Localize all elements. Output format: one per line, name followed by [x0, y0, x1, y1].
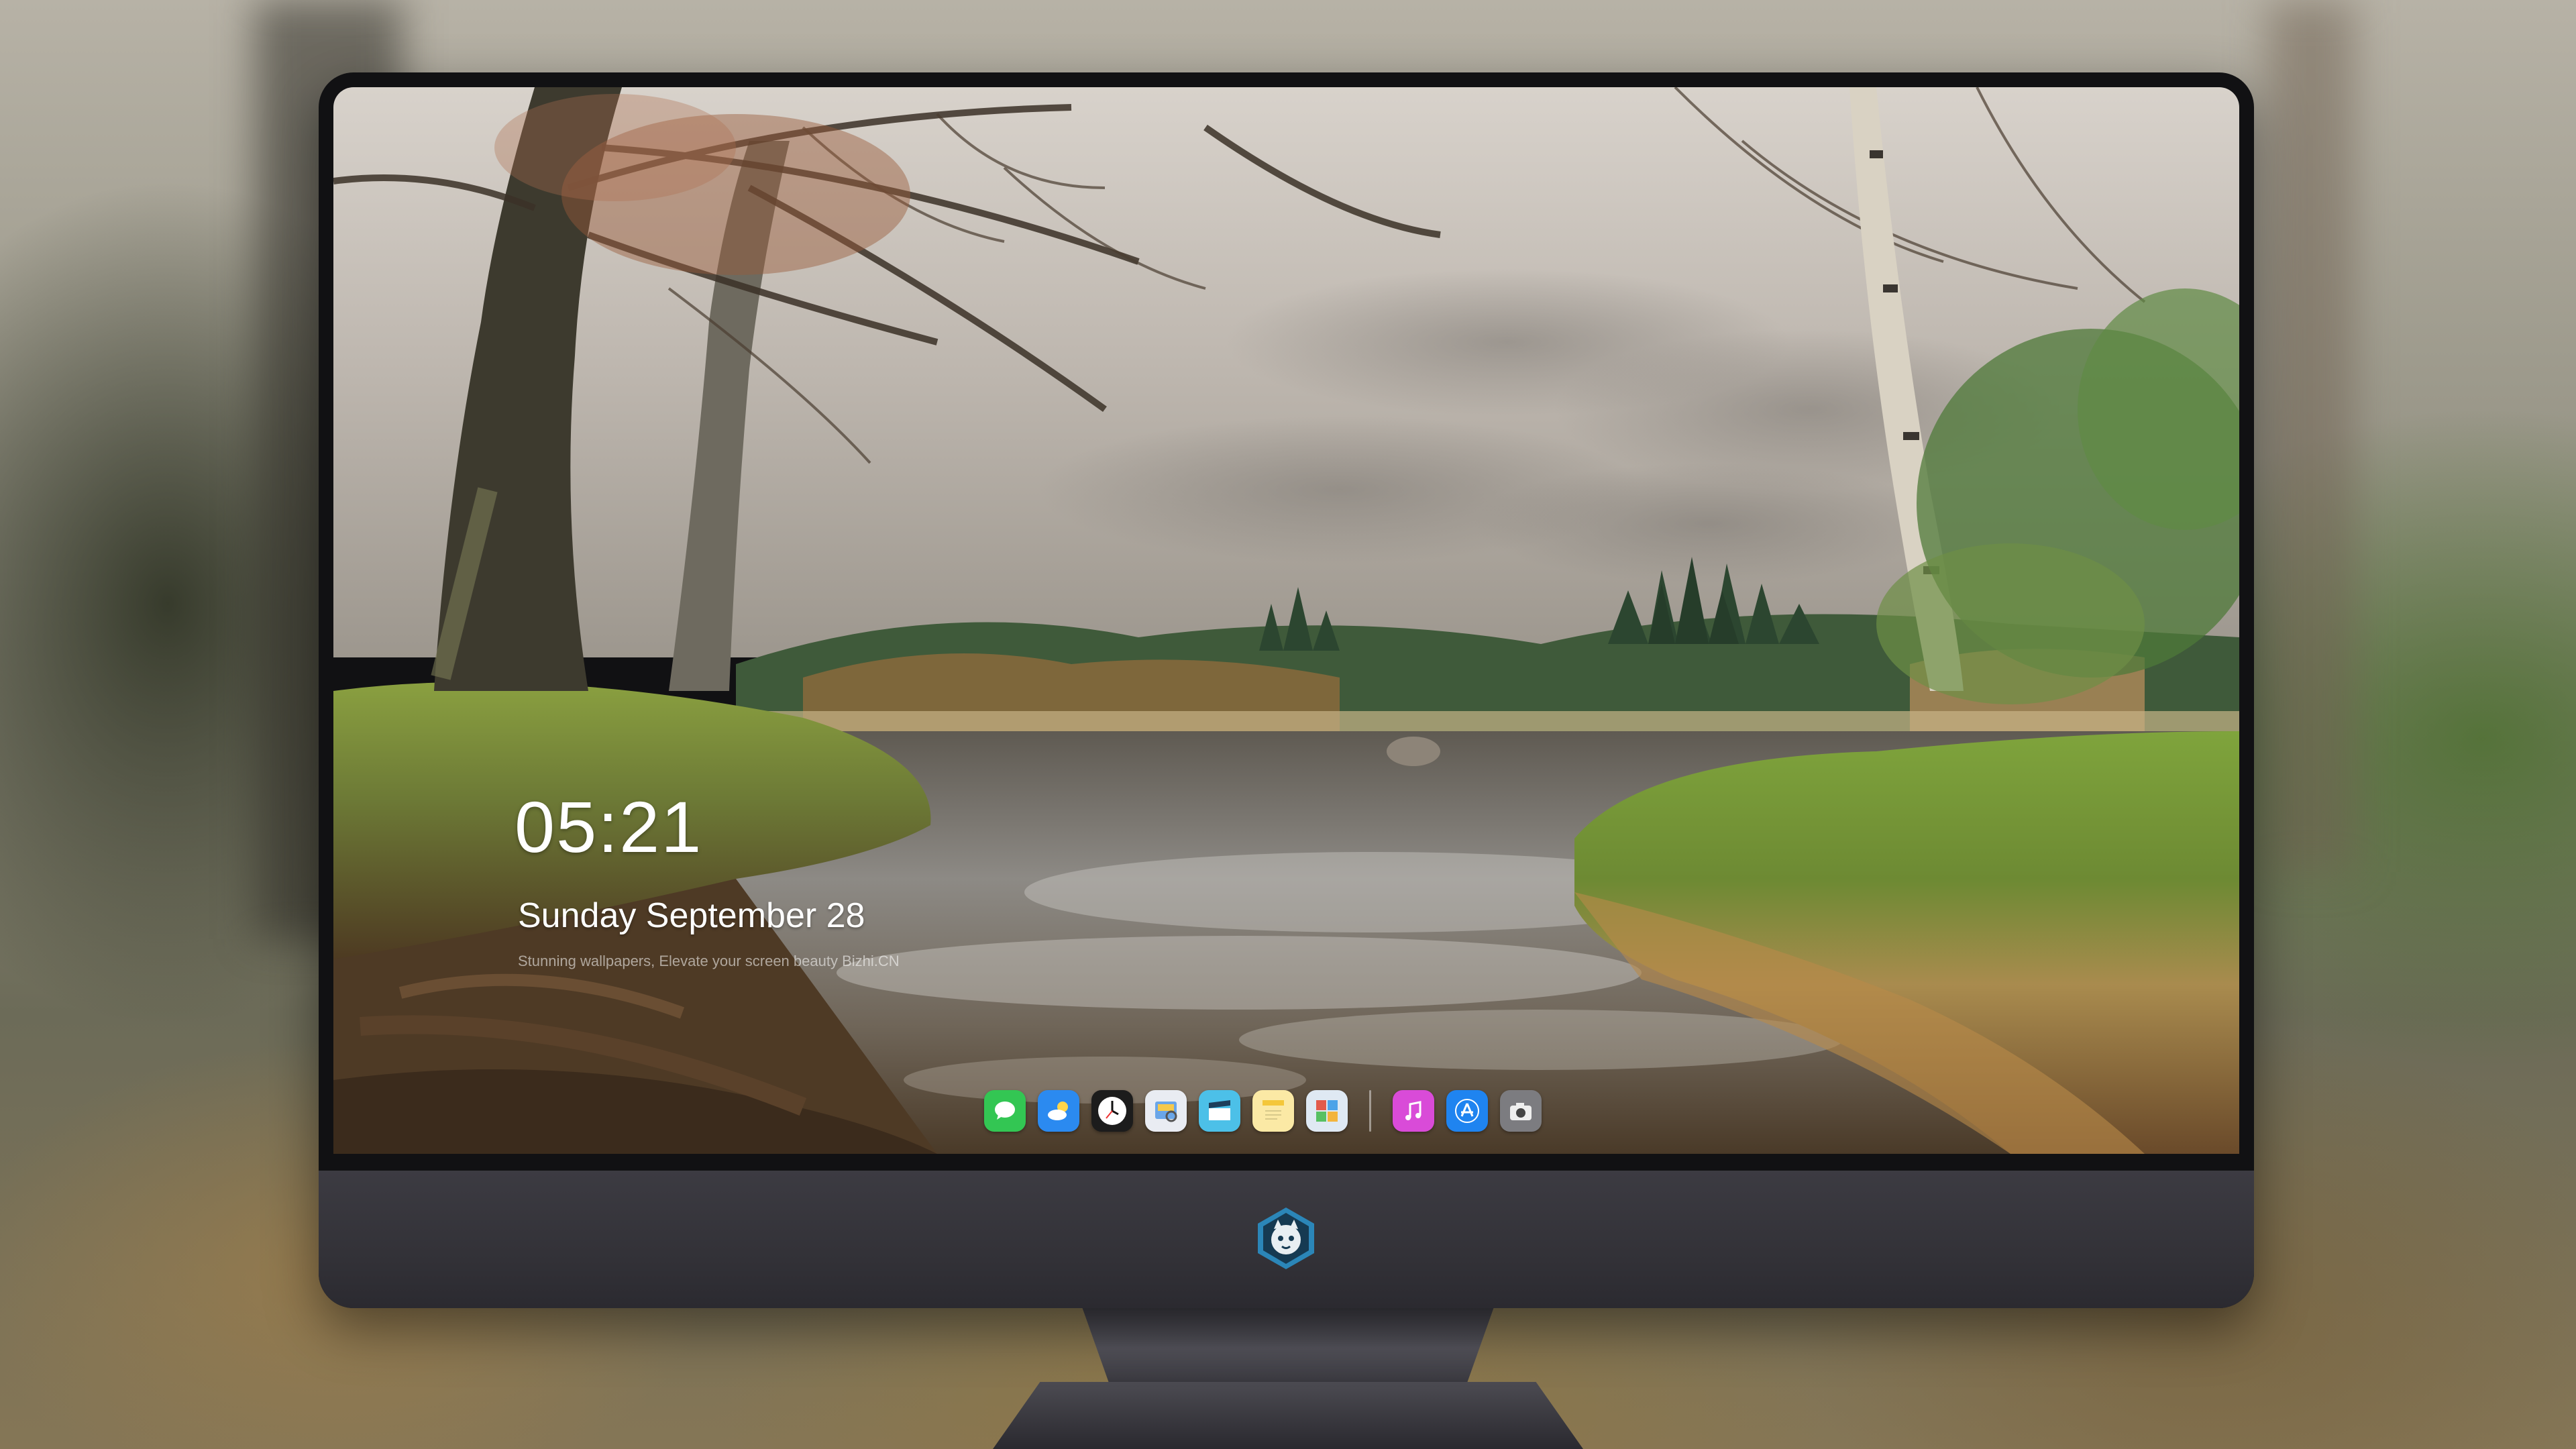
screen: 05:21 Sunday September 28 Stunning wallp…	[333, 87, 2239, 1154]
clips-app-icon[interactable]	[1199, 1090, 1240, 1132]
app-store-app-icon[interactable]	[1446, 1090, 1488, 1132]
monitor: 05:21 Sunday September 28 Stunning wallp…	[319, 72, 2254, 1308]
blurred-tree-right	[2267, 0, 2355, 872]
brand-logo-icon	[1258, 1208, 1314, 1269]
dock	[984, 1080, 1542, 1142]
camera-app-icon[interactable]	[1500, 1090, 1542, 1132]
lockscreen-date: Sunday September 28	[518, 896, 865, 935]
clock-app-icon[interactable]	[1091, 1090, 1133, 1132]
wallpaper-lake-forest	[333, 87, 2239, 1154]
lockscreen-time: 05:21	[515, 786, 703, 867]
messages-app-icon[interactable]	[984, 1090, 1026, 1132]
preview-app-icon[interactable]	[1145, 1090, 1187, 1132]
weather-app-icon[interactable]	[1038, 1090, 1079, 1132]
music-app-icon[interactable]	[1393, 1090, 1434, 1132]
monitor-stand-neck	[1080, 1301, 1496, 1395]
wallpaper-credit: Stunning wallpapers, Elevate your screen…	[518, 953, 900, 969]
monitor-stand-base	[993, 1382, 1583, 1449]
dock-separator	[1369, 1090, 1371, 1132]
photo-booth-app-icon[interactable]	[1306, 1090, 1348, 1132]
notes-app-icon[interactable]	[1252, 1090, 1294, 1132]
